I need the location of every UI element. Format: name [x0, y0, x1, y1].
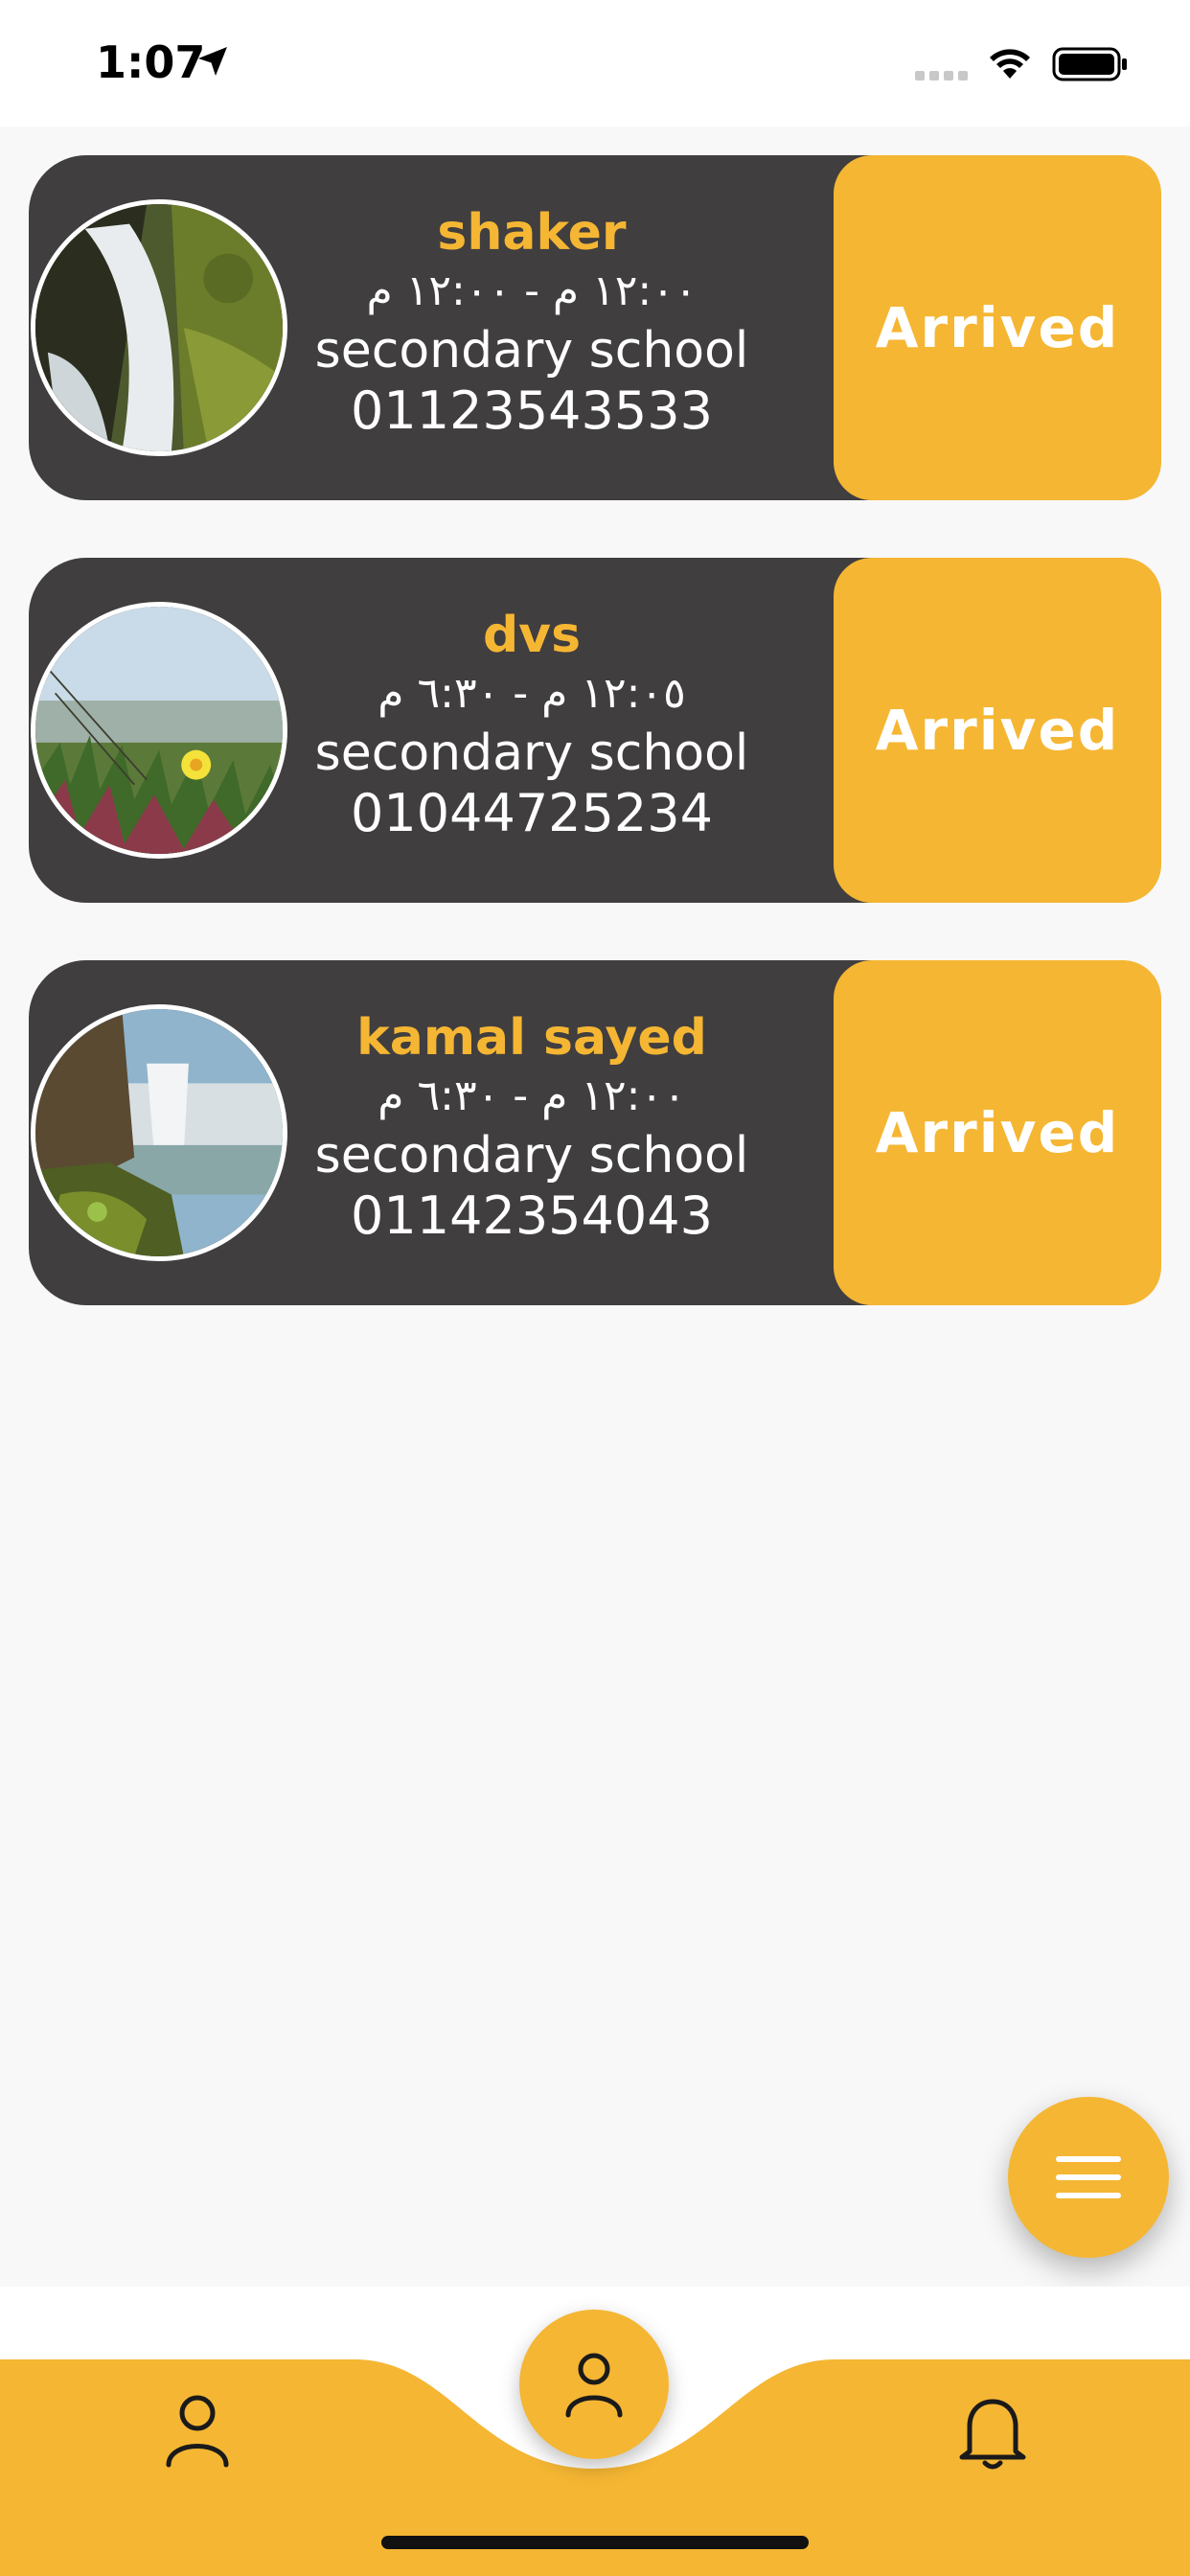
menu-icon — [1056, 2156, 1121, 2198]
nav-center-button[interactable] — [519, 2310, 669, 2459]
student-info: shaker ١٢:٠٠ م - ١٢:٠٠ م secondary schoo… — [287, 203, 776, 441]
student-phone: 01123543533 — [351, 380, 713, 441]
student-card: shaker ١٢:٠٠ م - ١٢:٠٠ م secondary schoo… — [29, 155, 1161, 500]
student-school: secondary school — [314, 724, 749, 782]
student-school: secondary school — [314, 1127, 749, 1184]
student-name: shaker — [437, 204, 627, 262]
student-avatar — [31, 199, 287, 456]
battery-icon — [1052, 47, 1127, 81]
menu-button[interactable] — [1008, 2097, 1169, 2258]
student-card: dvs ١٢:٠٥ م - ٦:٣٠ م secondary school 01… — [29, 558, 1161, 903]
status-time: 1:07 — [96, 36, 206, 88]
person-icon — [565, 2353, 623, 2418]
person-icon — [166, 2395, 229, 2468]
signal-icon — [915, 71, 968, 80]
status-bar: 1:07 — [0, 0, 1190, 126]
student-time: ١٢:٠٥ م - ٦:٣٠ م — [378, 669, 686, 718]
wifi-icon — [990, 49, 1030, 79]
student-name: dvs — [482, 607, 582, 664]
bell-icon — [959, 2399, 1026, 2470]
student-phone: 01142354043 — [351, 1185, 713, 1246]
student-avatar — [31, 602, 287, 859]
student-time: ١٢:٠٠ م - ٦:٣٠ م — [378, 1071, 686, 1120]
arrived-button[interactable]: Arrived — [834, 558, 1161, 903]
student-info: dvs ١٢:٠٥ م - ٦:٣٠ م secondary school 01… — [287, 606, 776, 843]
student-time: ١٢:٠٠ م - ١٢:٠٠ م — [366, 266, 698, 315]
arrived-button[interactable]: Arrived — [834, 960, 1161, 1305]
student-phone: 01044725234 — [351, 783, 713, 843]
student-name: kamal sayed — [356, 1009, 707, 1067]
student-avatar — [31, 1004, 287, 1261]
nav-notifications-button[interactable] — [956, 2392, 1029, 2472]
home-indicator — [381, 2536, 809, 2549]
arrived-button[interactable]: Arrived — [834, 155, 1161, 500]
location-arrow-icon — [198, 47, 227, 76]
student-card: kamal sayed ١٢:٠٠ م - ٦:٣٠ م secondary s… — [29, 960, 1161, 1305]
student-school: secondary school — [314, 322, 749, 380]
nav-profile-button[interactable] — [163, 2392, 232, 2469]
student-info: kamal sayed ١٢:٠٠ م - ٦:٣٠ م secondary s… — [287, 1008, 776, 1246]
